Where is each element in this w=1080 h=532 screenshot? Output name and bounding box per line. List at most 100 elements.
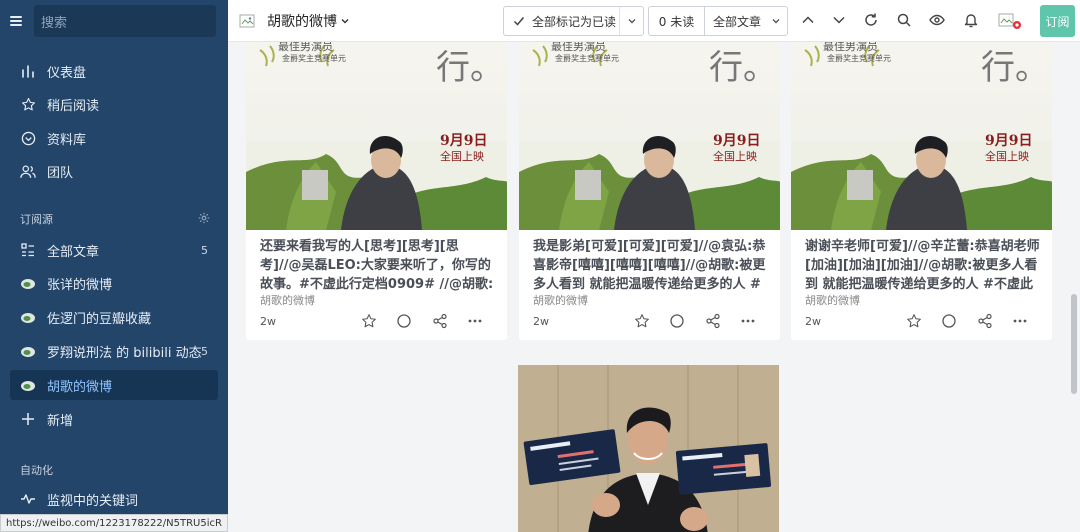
filter-group: 0 未读 全部文章 [648, 6, 788, 36]
poster-date: 9月9日 [713, 133, 761, 149]
article-source: 胡歌的微博 [533, 294, 588, 307]
nav-feed-2[interactable]: 佐逻门的豆瓣收藏 [0, 300, 228, 334]
users-icon [20, 163, 36, 179]
nav-team[interactable]: 团队 [0, 154, 228, 188]
share-icon[interactable] [705, 313, 721, 329]
feed-title-text: 胡歌的微博 [267, 14, 337, 30]
circle-icon[interactable] [669, 313, 685, 329]
douban-feed-icon [20, 309, 36, 325]
menu-icon[interactable] [10, 16, 22, 26]
more-icon[interactable] [1012, 313, 1028, 329]
poster-award-sub: 金爵奖主竞赛单元 [827, 54, 891, 63]
star-icon[interactable] [906, 313, 922, 329]
subscribe-button[interactable]: 订阅 [1040, 5, 1075, 37]
star-icon [20, 96, 36, 112]
chevron-up-icon[interactable] [800, 12, 816, 28]
scrollbar-thumb[interactable] [1071, 294, 1077, 394]
article-age: 2w [805, 315, 821, 328]
chevron-circle-icon [20, 130, 36, 146]
nav-label: 佐逻门的豆瓣收藏 [47, 311, 152, 327]
star-icon[interactable] [361, 313, 377, 329]
star-icon[interactable] [634, 313, 650, 329]
nav-add[interactable]: 新增 [0, 402, 228, 436]
article-card[interactable]: 最佳男演员 金爵奖主竞赛单元 行。 9月9日 全国上映 我是影弟[可爱][可爱]… [519, 42, 780, 340]
article-grid: 最佳男演员 金爵奖主竞赛单元 行。 9月9日 全国上映 还要来看我写的人[思考]… [228, 42, 1080, 532]
plus-icon [20, 411, 36, 427]
bell-icon[interactable] [963, 12, 979, 28]
bilibili-feed-icon [20, 343, 36, 359]
eye-icon[interactable] [929, 12, 945, 28]
nav-label: 团队 [47, 165, 74, 181]
nav-label: 张详的微博 [47, 277, 113, 293]
list-icon [20, 242, 36, 258]
poster-award-sub: 金爵奖主竞赛单元 [555, 54, 619, 63]
article-card-image[interactable] [518, 365, 779, 532]
poster-title-char: 行。 [436, 48, 504, 88]
article-title[interactable]: 我是影弟[可爱][可爱][可爱]//@袁弘:恭喜影帝[嘻嘻][嘻嘻][嘻嘻]//… [533, 237, 769, 294]
nav-feed-3[interactable]: 罗翔说刑法 的 bilibili 动态 5 [0, 334, 228, 368]
mark-all-read-label: 全部标记为已读 [532, 14, 617, 29]
article-card[interactable]: 最佳男演员 金爵奖主竞赛单元 行。 9月9日 全国上映 谢谢辛老师[可爱]//@… [791, 42, 1052, 340]
article-age: 2w [260, 315, 276, 328]
nav-label: 仪表盘 [47, 65, 87, 81]
article-source: 胡歌的微博 [260, 294, 315, 307]
chevron-down-icon [772, 19, 780, 24]
nav-label: 稍后阅读 [47, 98, 100, 114]
status-url: https://weibo.com/1223178222/N5TRU5icR [0, 514, 228, 532]
poster-date: 9月9日 [985, 133, 1033, 149]
toolbar: 胡歌的微博 全部标记为已读 0 未读 全部文章 订阅 [228, 0, 1080, 42]
chevron-down-icon [341, 19, 349, 24]
article-source: 胡歌的微博 [805, 294, 860, 307]
mark-all-read-button[interactable]: 全部标记为已读 [504, 7, 616, 35]
feed-title-dropdown[interactable]: 胡歌的微博 [239, 11, 350, 31]
nav-feed-1[interactable]: 张详的微博 [0, 266, 228, 300]
nav-label: 罗翔说刑法 的 bilibili 动态 [47, 345, 202, 361]
poster-title-char: 行。 [709, 48, 777, 88]
search-input[interactable]: 搜索 [34, 5, 216, 37]
weibo-feed-icon [20, 377, 36, 393]
article-card[interactable]: 最佳男演员 金爵奖主竞赛单元 行。 9月9日 全国上映 还要来看我写的人[思考]… [246, 42, 507, 340]
unread-count: 5 [201, 243, 208, 257]
article-image: 最佳男演员 金爵奖主竞赛单元 行。 9月9日 全国上映 [519, 42, 780, 230]
chevron-down-icon [628, 19, 635, 24]
circle-icon[interactable] [941, 313, 957, 329]
search-icon[interactable] [896, 12, 912, 28]
chevron-down-icon[interactable] [831, 12, 847, 28]
nav-label: 全部文章 [47, 244, 100, 260]
article-title[interactable]: 还要来看我写的人[思考][思考][思考]//@吴磊LEO:大家要来听了，你写的故… [260, 237, 496, 294]
poster-date: 9月9日 [440, 133, 488, 149]
share-icon[interactable] [977, 313, 993, 329]
nav-label: 资料库 [47, 132, 87, 148]
automation-header: 自动化 [20, 464, 53, 477]
avatar[interactable] [998, 12, 1022, 30]
unread-filter-button[interactable]: 0 未读 [649, 7, 705, 35]
poster-release: 全国上映 [440, 150, 484, 163]
poster-title-char: 行。 [981, 48, 1049, 88]
more-icon[interactable] [467, 313, 483, 329]
article-filter-label: 全部文章 [713, 14, 762, 29]
share-icon[interactable] [432, 313, 448, 329]
broken-image-icon [239, 14, 255, 28]
scrollbar[interactable] [1068, 42, 1080, 532]
circle-icon[interactable] [396, 313, 412, 329]
article-filter-dropdown[interactable]: 全部文章 [705, 7, 781, 35]
nav-read-later[interactable]: 稍后阅读 [0, 87, 228, 121]
article-image: 最佳男演员 金爵奖主竞赛单元 行。 9月9日 全国上映 [246, 42, 507, 230]
poster-award-sub: 金爵奖主竞赛单元 [282, 54, 346, 63]
gear-icon[interactable] [198, 209, 210, 224]
nav-all-articles[interactable]: 全部文章 5 [0, 233, 228, 267]
subscriptions-header: 订阅源 [20, 213, 53, 226]
article-age: 2w [533, 315, 549, 328]
nav-library[interactable]: 资料库 [0, 121, 228, 155]
article-photo [518, 365, 779, 532]
weibo-feed-icon [20, 275, 36, 291]
check-icon [513, 17, 525, 26]
more-icon[interactable] [740, 313, 756, 329]
mark-read-options-button[interactable] [619, 7, 643, 35]
nav-dashboard[interactable]: 仪表盘 [0, 54, 228, 88]
nav-feed-4[interactable]: 胡歌的微博 [10, 370, 218, 400]
nav-label: 新增 [47, 413, 74, 429]
article-title[interactable]: 谢谢辛老师[可爱]//@辛芷蕾:恭喜胡老师[加油][加油][加油]//@胡歌:被… [805, 237, 1041, 294]
refresh-icon[interactable] [863, 12, 879, 28]
nav-keywords[interactable]: 监视中的关键词 [0, 482, 228, 516]
